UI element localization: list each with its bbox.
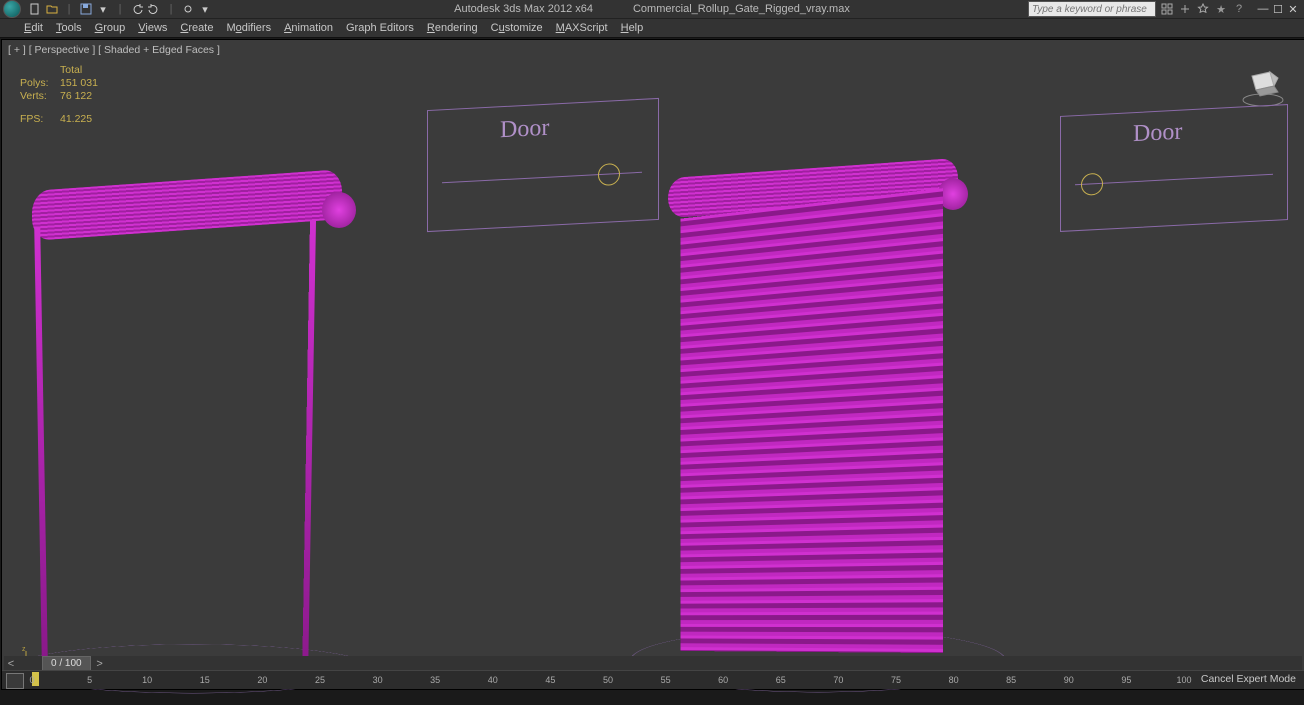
menu-create[interactable]: Create [174, 20, 219, 36]
time-slider-next-icon[interactable]: > [93, 658, 107, 670]
help-icon[interactable]: ? [1232, 2, 1246, 16]
menu-bar: Edit Tools Group Views Create Modifiers … [0, 19, 1304, 38]
menu-group[interactable]: Group [89, 20, 132, 36]
timeline-key-mode-icon[interactable] [6, 673, 24, 689]
time-slider[interactable]: < 0 / 100 > [4, 656, 1302, 671]
maximize-icon[interactable]: ☐ [1271, 3, 1285, 15]
menu-graph-editors[interactable]: Graph Editors [340, 20, 420, 36]
door-control-left-handle[interactable] [598, 163, 620, 186]
title-bar: | ▾ | | ▾ Autodesk 3ds Max 2012 x64 Comm… [0, 0, 1304, 19]
qat-dropdown-icon[interactable]: ▾ [96, 2, 110, 16]
app-title: Autodesk 3ds Max 2012 x64 [454, 3, 593, 15]
qat-separator: | [113, 2, 127, 16]
gate-left-rail-l [34, 228, 48, 658]
open-file-icon[interactable] [45, 2, 59, 16]
help-search-input[interactable] [1028, 1, 1156, 17]
menu-rendering[interactable]: Rendering [421, 20, 484, 36]
redo-icon[interactable] [147, 2, 161, 16]
timeline-tick: 45 [545, 675, 555, 685]
search-go-icon[interactable] [1160, 2, 1174, 16]
gate-left-roll [32, 169, 342, 241]
qat-separator: | [62, 2, 76, 16]
qat-separator: | [164, 2, 178, 16]
time-slider-prev-icon[interactable]: < [4, 658, 18, 670]
timeline-tick: 75 [891, 675, 901, 685]
timeline-tick: 70 [833, 675, 843, 685]
menu-modifiers[interactable]: Modifiers [220, 20, 277, 36]
new-file-icon[interactable] [28, 2, 42, 16]
timeline-tick: 35 [430, 675, 440, 685]
close-icon[interactable]: ✕ [1286, 3, 1300, 15]
timeline-tick: 60 [718, 675, 728, 685]
timeline-ruler[interactable]: 0510152025303540455055606570758085909510… [32, 671, 1184, 689]
door-control-left[interactable]: Door [427, 98, 659, 232]
timeline-tick: 90 [1064, 675, 1074, 685]
time-slider-thumb[interactable]: 0 / 100 [42, 656, 91, 671]
timeline-tick: 65 [776, 675, 786, 685]
timeline-tick: 80 [949, 675, 959, 685]
menu-edit[interactable]: Edit [18, 20, 49, 36]
door-control-right-label: Door [1133, 119, 1182, 149]
cancel-expert-mode-button[interactable]: Cancel Expert Mode [1201, 673, 1296, 685]
timeline-tick: 0 [29, 675, 34, 685]
file-title: Commercial_Rollup_Gate_Rigged_vray.max [633, 3, 850, 15]
door-control-right-track [1075, 174, 1273, 185]
undo-icon[interactable] [130, 2, 144, 16]
qat-chevron-icon[interactable]: ▾ [198, 2, 212, 16]
menu-maxscript[interactable]: MAXScript [550, 20, 614, 36]
menu-animation[interactable]: Animation [278, 20, 339, 36]
door-control-left-label: Door [500, 115, 549, 145]
timeline: 0 5 10 15 20 25 30 35 40 45 50 55 60 65 70 75 80 85 90 95 10… [2, 670, 1304, 689]
menu-help[interactable]: Help [615, 20, 650, 36]
timeline-tick: 40 [488, 675, 498, 685]
timeline-tick: 10 [142, 675, 152, 685]
door-control-right[interactable]: Door [1060, 104, 1288, 232]
timeline-tick: 55 [661, 675, 671, 685]
menu-customize[interactable]: Customize [485, 20, 549, 36]
timeline-tick: 100 [1176, 675, 1191, 685]
save-file-icon[interactable] [79, 2, 93, 16]
viewport[interactable]: [ + ] [ Perspective ] [ Shaded + Edged F… [1, 39, 1304, 690]
minimize-icon[interactable]: — [1256, 3, 1270, 15]
timeline-tick: 50 [603, 675, 613, 685]
scene-content: Door Door [2, 40, 1304, 689]
menu-views[interactable]: Views [132, 20, 173, 36]
app-logo-icon [3, 0, 21, 18]
toggle-icon[interactable] [1178, 2, 1192, 16]
timeline-tick: 85 [1006, 675, 1016, 685]
timeline-tick: 25 [315, 675, 325, 685]
gate-left-rail-r [302, 220, 316, 680]
gate-right [662, 150, 992, 690]
favorite-icon[interactable]: ★ [1214, 2, 1228, 16]
timeline-tick: 15 [200, 675, 210, 685]
menu-tools[interactable]: Tools [50, 20, 88, 36]
gate-right-panel [681, 188, 943, 653]
quick-access-toolbar: | ▾ | | ▾ [28, 2, 212, 16]
svg-text:z: z [22, 646, 26, 653]
link-icon[interactable] [181, 2, 195, 16]
timeline-tick: 95 [1121, 675, 1131, 685]
door-control-right-handle[interactable] [1081, 173, 1103, 196]
gate-left-endcap [322, 192, 356, 228]
gate-left [22, 150, 362, 670]
timeline-tick: 20 [257, 675, 267, 685]
communication-icon[interactable] [1196, 2, 1210, 16]
timeline-tick: 30 [373, 675, 383, 685]
timeline-tick: 5 [87, 675, 92, 685]
